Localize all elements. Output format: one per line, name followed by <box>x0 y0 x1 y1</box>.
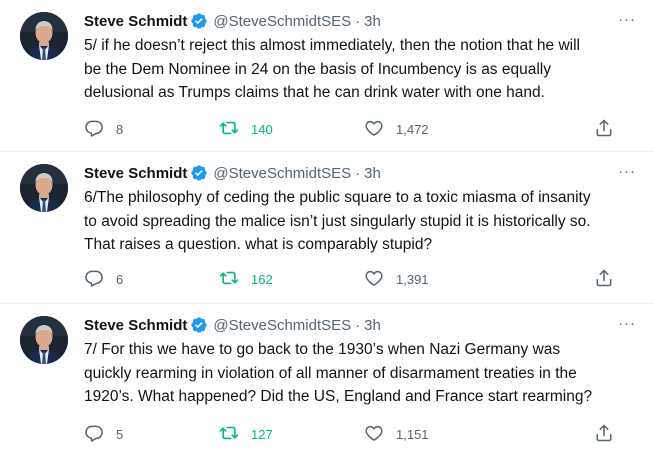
like-button[interactable]: 1,472 <box>364 118 524 141</box>
reply-count: 8 <box>116 122 124 137</box>
reply-count: 6 <box>116 272 124 287</box>
retweet-icon <box>219 268 239 291</box>
retweet-button[interactable]: 162 <box>219 268 364 291</box>
more-icon[interactable]: ··· <box>618 316 636 331</box>
avatar[interactable] <box>20 12 68 60</box>
tweet-body: Steve Schmidt @SteveSchmidtSES · 3h ··· … <box>84 162 640 257</box>
tweet[interactable]: Steve Schmidt @SteveSchmidtSES · 3h ··· … <box>0 0 654 152</box>
author-name[interactable]: Steve Schmidt <box>84 165 187 182</box>
share-button[interactable] <box>594 268 614 291</box>
tweet-header: Steve Schmidt @SteveSchmidtSES · 3h ··· <box>84 10 640 32</box>
share-button[interactable] <box>594 423 614 446</box>
retweet-icon <box>219 423 239 446</box>
tweet-actions: 5 127 1,151 <box>84 423 614 446</box>
tweet-actions: 8 140 1,472 <box>84 118 614 141</box>
author-handle[interactable]: @SteveSchmidtSES <box>213 13 351 30</box>
timeline: Steve Schmidt @SteveSchmidtSES · 3h ··· … <box>0 0 654 457</box>
reply-icon <box>84 118 104 141</box>
avatar[interactable] <box>20 316 68 364</box>
verified-badge-icon <box>190 164 208 182</box>
like-count: 1,391 <box>396 272 429 287</box>
tweet-header: Steve Schmidt @SteveSchmidtSES · 3h ··· <box>84 162 640 184</box>
share-icon <box>594 423 614 446</box>
separator-dot: · <box>355 316 361 334</box>
tweet-body: Steve Schmidt @SteveSchmidtSES · 3h ··· … <box>84 10 640 105</box>
author-name[interactable]: Steve Schmidt <box>84 13 187 30</box>
like-count: 1,151 <box>396 427 429 442</box>
reply-button[interactable]: 8 <box>84 118 219 141</box>
verified-badge-icon <box>190 316 208 334</box>
retweet-button[interactable]: 127 <box>219 423 364 446</box>
tweet[interactable]: Steve Schmidt @SteveSchmidtSES · 3h ··· … <box>0 304 654 457</box>
author-name[interactable]: Steve Schmidt <box>84 317 187 334</box>
timestamp[interactable]: 3h <box>364 13 381 30</box>
like-icon <box>364 423 384 446</box>
tweet-body: Steve Schmidt @SteveSchmidtSES · 3h ··· … <box>84 314 640 409</box>
reply-icon <box>84 423 104 446</box>
more-icon[interactable]: ··· <box>618 12 636 27</box>
verified-badge-icon <box>190 12 208 30</box>
tweet-text: 7/ For this we have to go back to the 19… <box>84 341 593 405</box>
author-handle[interactable]: @SteveSchmidtSES <box>213 165 351 182</box>
share-icon <box>594 118 614 141</box>
retweet-icon <box>219 118 239 141</box>
reply-icon <box>84 268 104 291</box>
retweet-count: 162 <box>251 272 273 287</box>
tweet-text: 5/ if he doesn’t reject this almost imme… <box>84 37 580 101</box>
separator-dot: · <box>355 164 361 182</box>
timestamp[interactable]: 3h <box>364 165 381 182</box>
reply-button[interactable]: 6 <box>84 268 219 291</box>
timestamp[interactable]: 3h <box>364 317 381 334</box>
tweet-header: Steve Schmidt @SteveSchmidtSES · 3h ··· <box>84 314 640 336</box>
separator-dot: · <box>355 12 361 30</box>
like-button[interactable]: 1,151 <box>364 423 524 446</box>
retweet-count: 127 <box>251 427 273 442</box>
like-icon <box>364 268 384 291</box>
share-button[interactable] <box>594 118 614 141</box>
like-icon <box>364 118 384 141</box>
tweet-text: 6/The philosophy of ceding the public sq… <box>84 189 591 253</box>
reply-button[interactable]: 5 <box>84 423 219 446</box>
retweet-button[interactable]: 140 <box>219 118 364 141</box>
like-count: 1,472 <box>396 122 429 137</box>
author-handle[interactable]: @SteveSchmidtSES <box>213 317 351 334</box>
tweet-actions: 6 162 1,391 <box>84 268 614 291</box>
retweet-count: 140 <box>251 122 273 137</box>
like-button[interactable]: 1,391 <box>364 268 524 291</box>
share-icon <box>594 268 614 291</box>
tweet[interactable]: Steve Schmidt @SteveSchmidtSES · 3h ··· … <box>0 152 654 304</box>
avatar[interactable] <box>20 164 68 212</box>
reply-count: 5 <box>116 427 124 442</box>
more-icon[interactable]: ··· <box>618 164 636 179</box>
